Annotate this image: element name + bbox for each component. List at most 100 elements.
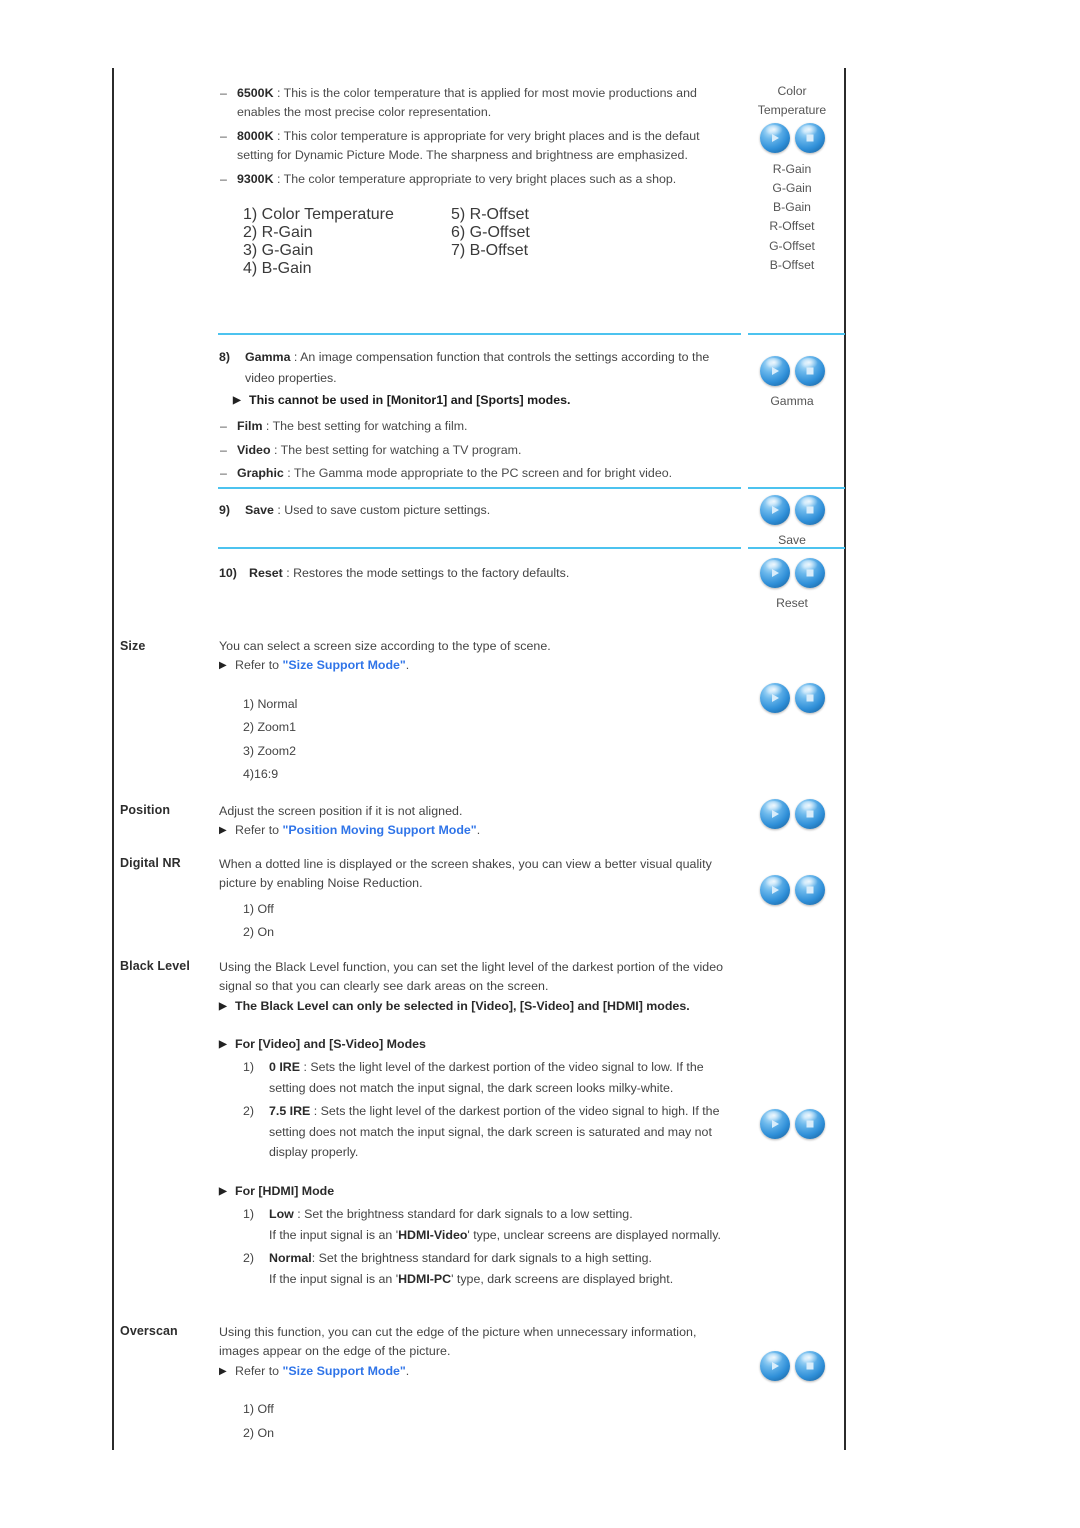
black-level-0ire: 1) 0 IRE : Sets the light level of the d… — [243, 1057, 732, 1098]
triangle-marker-icon: ▶ — [219, 1365, 227, 1377]
option-g-gain: 3) G-Gain — [243, 242, 314, 260]
stop-orb-icon[interactable] — [794, 495, 825, 525]
position-moving-support-mode-link[interactable]: "Position Moving Support Mode" — [283, 823, 477, 837]
size-refer-prefix: Refer to — [235, 658, 283, 673]
gamma-note-text: This cannot be used in [Monitor1] and [S… — [249, 393, 571, 407]
icon-caption-b-offset: B-Offset — [769, 258, 815, 273]
text-film: : The best setting for watching a film. — [262, 419, 468, 434]
position-body: Adjust the screen position if it is not … — [218, 789, 740, 841]
row-label-size: Size — [120, 639, 146, 653]
gamma-intro: 8) Gamma : An image compensation functio… — [219, 347, 732, 388]
color-temperature-body: – 6500K : This is the color temperature … — [218, 68, 740, 278]
black-level-video-heading-text: For [Video] and [S-Video] Modes — [235, 1037, 426, 1052]
option-column-b: 5) R-Offset 6) G-Offset 7) B-Offset — [451, 206, 681, 278]
stop-orb-icon[interactable] — [794, 875, 825, 905]
black-level-hdmi-heading: ▶ For [HDMI] Mode — [219, 1182, 732, 1201]
row-color-temperature: – 6500K : This is the color temperature … — [114, 68, 844, 333]
manual-page: – 6500K : This is the color temperature … — [0, 0, 1080, 1528]
stop-orb-icon[interactable] — [794, 1350, 825, 1381]
play-orb-icon[interactable] — [759, 683, 790, 713]
size-option-zoom1: 2) Zoom1 — [243, 720, 297, 735]
digital-nr-option-on: 2) On — [243, 925, 274, 940]
triangle-marker-icon: ▶ — [219, 825, 227, 837]
row-label-digital-nr: Digital NR — [120, 856, 181, 870]
option-column-a: 1) Color Temperature 2) R-Gain 3) G-Gain… — [243, 206, 451, 278]
gamma-body: 8) Gamma : An image compensation functio… — [218, 333, 740, 485]
black-level-icon-cell — [740, 945, 844, 1144]
save-number: 9) — [219, 503, 231, 517]
row-overscan: Overscan Using this function, you can cu… — [114, 1310, 844, 1470]
low-sub-prefix: If the input signal is an ' — [269, 1227, 399, 1242]
stop-orb-icon[interactable] — [794, 558, 825, 588]
option-g-offset: 6) G-Offset — [451, 224, 530, 242]
reset-icon-cell: Reset — [740, 550, 844, 613]
play-orb-icon[interactable] — [759, 1350, 790, 1381]
row-label-overscan: Overscan — [120, 1323, 178, 1338]
play-orb-icon[interactable] — [759, 356, 790, 386]
normal-sub-prefix: If the input signal is an ' — [269, 1271, 399, 1286]
row-label-save — [114, 487, 218, 490]
stop-square-glyph — [795, 495, 825, 525]
option-b-offset: 7) B-Offset — [451, 242, 529, 260]
term-film: Film — [237, 419, 263, 434]
stop-square-glyph — [795, 356, 825, 386]
save-term: Save — [245, 503, 274, 517]
bullet-6500k: – 6500K : This is the color temperature … — [219, 84, 732, 123]
row-label-position: Position — [120, 803, 171, 817]
black-level-body: Using the Black Level function, you can … — [218, 945, 740, 1291]
size-body: You can select a screen size according t… — [218, 623, 740, 787]
term-8000k: 8000K — [237, 128, 274, 143]
position-refer-suffix: . — [476, 823, 481, 838]
size-option-list: 1) Normal 2) Zoom1 3) Zoom2 4)16:9 — [243, 693, 732, 787]
text-normal: : Set the brightness standard for dark s… — [311, 1251, 652, 1266]
low-sub-suffix: ' type, unclear screens are displayed no… — [467, 1227, 721, 1242]
row-gamma: 8) Gamma : An image compensation functio… — [114, 333, 844, 487]
size-support-mode-link[interactable]: "Size Support Mode" — [283, 658, 406, 672]
option-r-offset: 5) R-Offset — [451, 206, 529, 224]
colon-9300k: : — [273, 171, 284, 186]
low-sub-bold: HDMI-Video — [398, 1227, 468, 1242]
stop-orb-icon[interactable] — [794, 799, 825, 829]
digital-nr-orb-pair — [759, 875, 825, 905]
item-number: 1) — [243, 1060, 255, 1075]
stop-orb-icon[interactable] — [794, 356, 825, 386]
save-body: 9) Save : Used to save custom picture se… — [218, 487, 740, 522]
play-triangle-glyph — [760, 495, 790, 525]
icon-caption-g-offset: G-Offset — [769, 238, 815, 253]
dash-marker: – — [220, 442, 227, 457]
row-label-color-temperature — [114, 68, 218, 71]
bullet-graphic: – Graphic : The Gamma mode appropriate t… — [219, 464, 732, 483]
play-orb-icon[interactable] — [759, 799, 790, 829]
overscan-size-support-mode-link[interactable]: "Size Support Mode" — [283, 1364, 406, 1378]
play-orb-icon[interactable] — [759, 558, 790, 588]
item-number: 2) — [243, 1251, 255, 1266]
row-digital-nr: Digital NR When a dotted line is display… — [114, 842, 844, 945]
triangle-marker-icon: ▶ — [219, 1185, 227, 1197]
stop-orb-icon[interactable] — [794, 683, 825, 713]
stop-orb-icon[interactable] — [794, 1108, 825, 1139]
stop-square-glyph — [795, 683, 825, 713]
settings-table: – 6500K : This is the color temperature … — [114, 68, 844, 1470]
text-9300k: The color temperature appropriate to ver… — [283, 171, 677, 186]
icon-caption-b-gain: B-Gain — [773, 200, 811, 215]
play-triangle-glyph — [760, 875, 790, 905]
black-level-description: Using the Black Level function, you can … — [219, 959, 724, 994]
stop-orb-icon[interactable] — [794, 122, 825, 153]
overscan-refer-prefix: Refer to — [235, 1363, 283, 1378]
play-orb-icon[interactable] — [759, 1108, 790, 1139]
black-level-75ire: 2) 7.5 IRE : Sets the light level of the… — [243, 1101, 732, 1163]
save-orb-pair — [759, 495, 825, 525]
play-orb-icon[interactable] — [759, 875, 790, 905]
overscan-option-on: 2) On — [243, 1425, 274, 1440]
save-icon-cell: Save — [740, 487, 844, 550]
icon-caption-gamma: Gamma — [770, 394, 814, 408]
black-level-video-heading: ▶ For [Video] and [S-Video] Modes — [219, 1035, 732, 1054]
overscan-orb-pair — [759, 1350, 825, 1381]
play-triangle-glyph — [760, 799, 790, 829]
triangle-marker-icon: ▶ — [233, 395, 241, 406]
play-orb-icon[interactable] — [759, 495, 790, 525]
row-label-black-level: Black Level — [120, 958, 190, 973]
position-description: Adjust the screen position if it is not … — [219, 804, 463, 818]
play-orb-icon[interactable] — [759, 122, 790, 153]
colon-6500k: : — [273, 86, 284, 100]
